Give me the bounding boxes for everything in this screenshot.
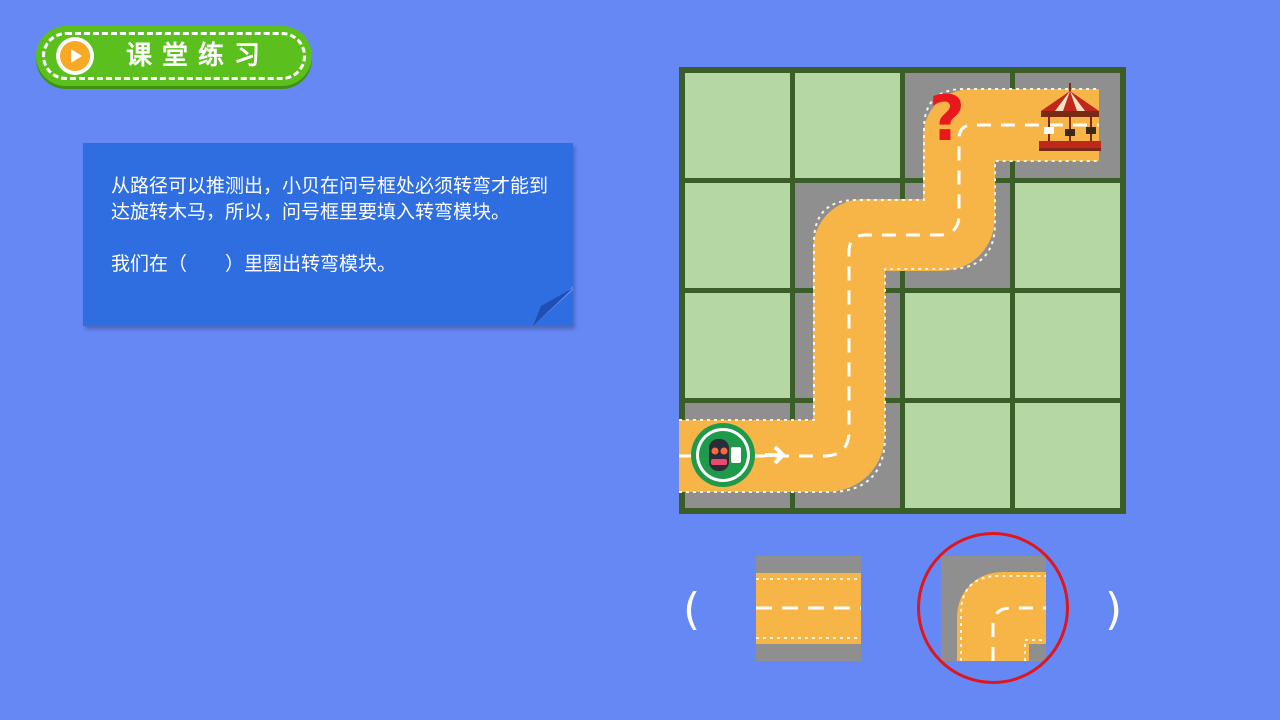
instruction-paragraph: 从路径可以推测出，小贝在问号框处必须转弯才能到达旋转木马，所以，问号框里要填入转… bbox=[111, 175, 549, 223]
play-button[interactable] bbox=[56, 37, 94, 75]
card-page-curl bbox=[533, 286, 573, 326]
task-paragraph: 我们在（ ）里圈出转弯模块。 bbox=[111, 253, 397, 275]
straight-road-tile[interactable] bbox=[756, 556, 861, 661]
page-title: 课堂练习 bbox=[126, 41, 271, 71]
question-mark: ? bbox=[929, 82, 965, 155]
robot-car-icon bbox=[691, 423, 786, 487]
close-parenthesis: ) bbox=[1105, 584, 1123, 635]
lesson-badge: 课堂练习 bbox=[36, 26, 312, 86]
puzzle-grid: ? bbox=[679, 67, 1126, 514]
open-parenthesis: ( bbox=[683, 584, 701, 635]
carousel-icon bbox=[1039, 83, 1101, 151]
instruction-card: 从路径可以推测出，小贝在问号框处必须转弯才能到达旋转木马，所以，问号框里要填入转… bbox=[83, 143, 573, 326]
answer-selection-circle bbox=[917, 532, 1069, 684]
play-icon bbox=[60, 41, 90, 71]
